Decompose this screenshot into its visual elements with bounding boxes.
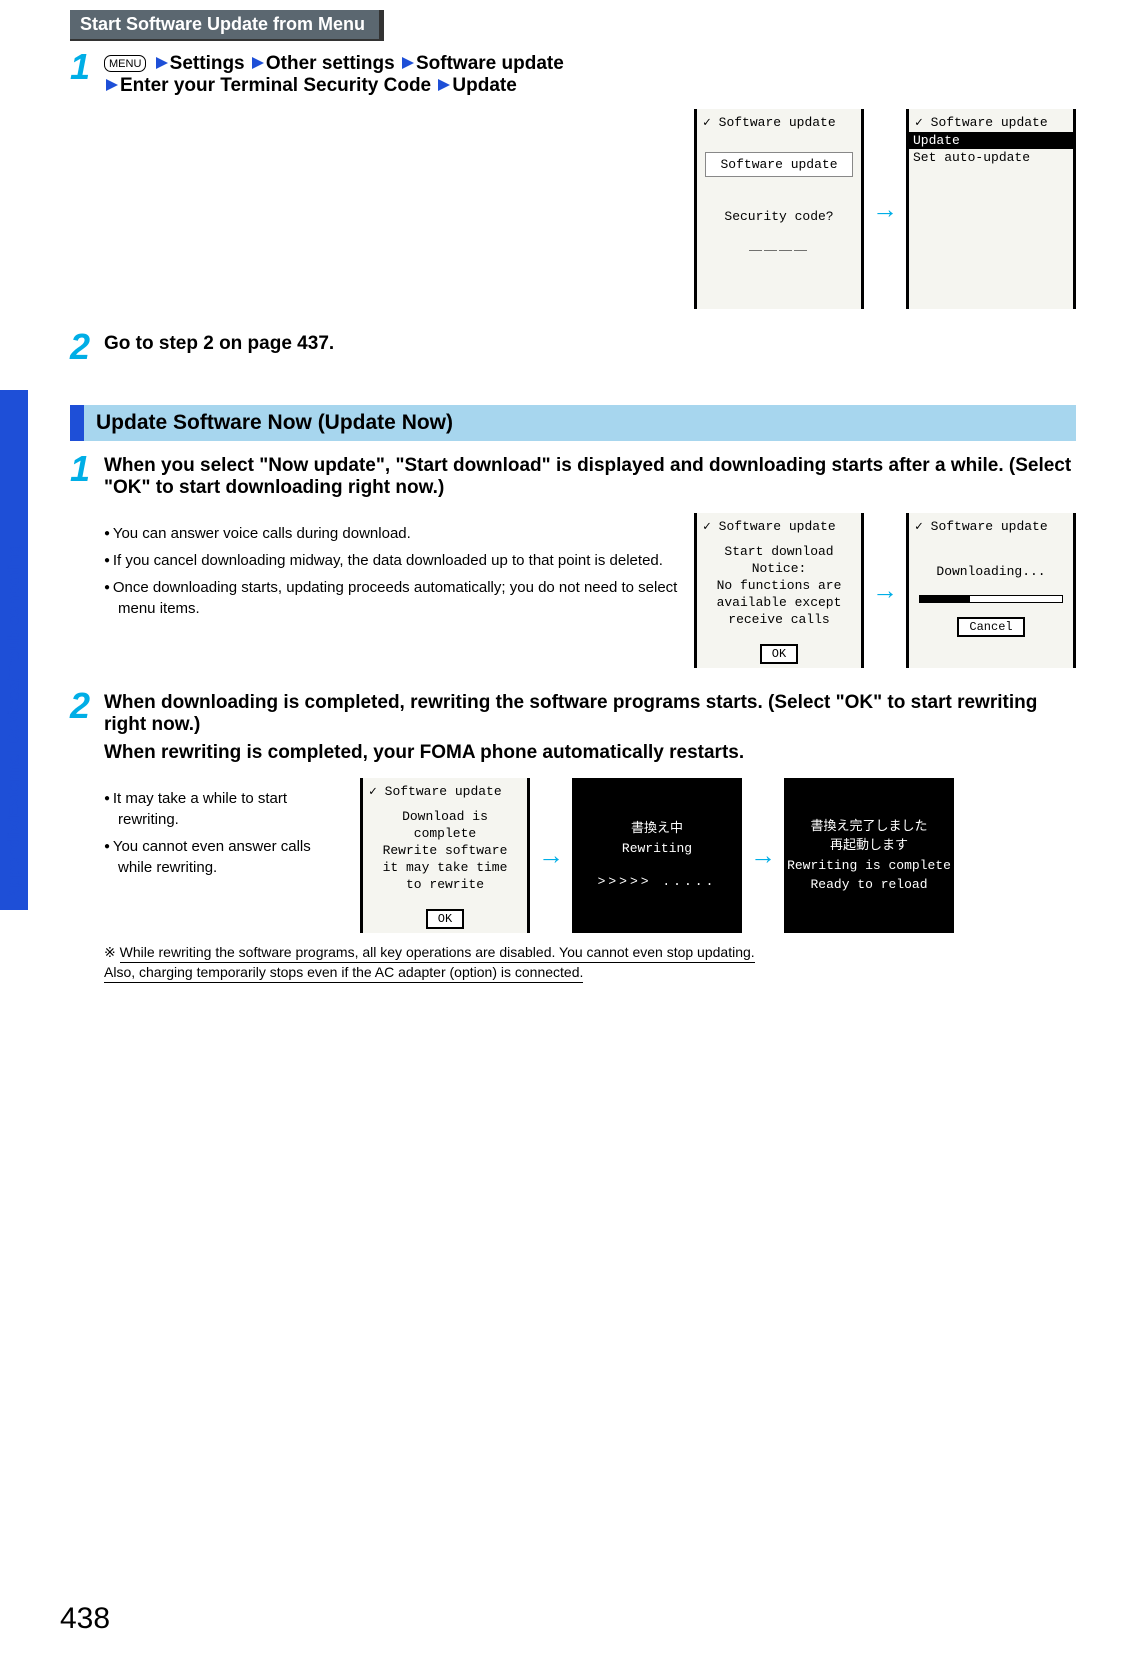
menu-item-selected: Update [909,132,1073,149]
phone-screen-downloading: Software update Downloading... Cancel [906,513,1076,668]
two-col: You can answer voice calls during downlo… [104,513,1076,668]
line-jp: 書換え中 [631,819,683,839]
bullet-col: You can answer voice calls during downlo… [104,513,678,625]
line: it may take time [369,860,521,877]
cancel-button: Cancel [957,617,1024,637]
arrow-icon [402,57,414,69]
bullet: You can answer voice calls during downlo… [104,523,678,544]
page-number: 438 [60,1602,110,1636]
prompt-text: Security code? [703,209,855,226]
phone-screen-menu: Software update Update Set auto-update [906,109,1076,309]
step-1: 1 MENU Settings Other settings Software … [70,49,1076,97]
bullet-list: It may take a while to start rewriting. … [104,788,344,878]
step-number: 1 [70,451,104,487]
menu-key: MENU [104,55,146,72]
line: Rewrite software [369,843,521,860]
screen-row: Software update Software update Security… [70,109,1076,309]
screen-body: Security code? ＿＿＿＿ [697,201,861,263]
path-item: Software update [416,53,564,74]
line: Start download Notice: [703,544,855,578]
line: receive calls [703,612,855,629]
nav-path: MENU Settings Other settings Software up… [104,53,1076,97]
step-body: MENU Settings Other settings Software up… [104,49,1076,97]
screen-row: Software update Download is complete Rew… [360,778,954,933]
step-number: 2 [70,688,104,724]
phone-screen-complete: Software update Download is complete Rew… [360,778,530,933]
step-heading-2: When rewriting is completed, your FOMA p… [104,742,1076,764]
screen-title: Software update [909,517,1073,536]
ok-button: OK [426,909,464,929]
arrow-icon [438,79,450,91]
path-item: Settings [170,53,245,74]
page: Appendix/External Devices/Troubleshootin… [0,0,1136,1666]
line: Download is complete [369,809,521,843]
screen-body: Downloading... [909,556,1073,589]
flow-arrow-icon: → [538,840,564,871]
screen-body: Download is complete Rewrite software it… [363,801,527,901]
path-item: Other settings [266,53,395,74]
input-line: ＿＿＿＿ [703,238,855,255]
section-header: Start Software Update from Menu [70,10,384,41]
sec2-step-1: 1 When you select "Now update", "Start d… [70,451,1076,668]
screen-row: Software update Start download Notice: N… [694,513,1076,668]
line-en: Ready to reload [810,875,927,895]
step-body: When downloading is completed, rewriting… [104,688,1076,982]
phone-screen-rewriting: 書換え中 Rewriting >>>>> ..... [572,778,742,933]
flow-arrow-icon: → [872,194,898,225]
subsection-header: Update Software Now (Update Now) [70,405,1076,441]
step-number: 2 [70,329,104,365]
arrow-icon [252,57,264,69]
screen-title: Software update [909,113,1073,132]
path-item: Update [452,75,516,96]
line-en: Rewriting [622,839,692,859]
line-jp: 再起動します [830,836,908,856]
step-heading-1: When downloading is completed, rewriting… [104,692,1076,736]
bullet: You cannot even answer calls while rewri… [104,836,344,878]
progress-bar [919,595,1063,603]
screen-subtitle: Software update [705,152,853,177]
path-item: Enter your Terminal Security Code [120,75,431,96]
bullet: It may take a while to start rewriting. [104,788,344,830]
line-en: Rewriting is complete [787,856,951,876]
note-line-1: While rewriting the software programs, a… [120,944,755,963]
phone-screen-security: Software update Software update Security… [694,109,864,309]
screen-title: Software update [363,782,527,801]
sec2-step-2: 2 When downloading is completed, rewriti… [70,688,1076,982]
bullet: Once downloading starts, updating procee… [104,577,678,619]
flow-arrow-icon: → [750,840,776,871]
step-heading: When you select "Now update", "Start dow… [104,455,1076,499]
side-tab: Appendix/External Devices/Troubleshootin… [0,390,28,910]
arrow-icon [106,79,118,91]
ok-button: OK [760,644,798,664]
step-text: Go to step 2 on page 437. [104,329,1076,355]
two-col: It may take a while to start rewriting. … [104,778,1076,933]
line: to rewrite [369,877,521,894]
bullet: If you cancel downloading midway, the da… [104,550,678,571]
arrow-icon [156,57,168,69]
phone-screen-ready: 書換え完了しました 再起動します Rewriting is complete R… [784,778,954,933]
flow-arrow-icon: → [872,575,898,606]
menu-item: Set auto-update [909,149,1073,166]
bullet-list: You can answer voice calls during downlo… [104,523,678,619]
line: available except [703,595,855,612]
line: Downloading... [915,564,1067,581]
bullet-col: It may take a while to start rewriting. … [104,778,344,884]
step-number: 1 [70,49,104,85]
step-2: 2 Go to step 2 on page 437. [70,329,1076,365]
line: No functions are [703,578,855,595]
step-body: When you select "Now update", "Start dow… [104,451,1076,668]
screen-title: Software update [697,517,861,536]
screen-body: Start download Notice: No functions are … [697,536,861,636]
screen-title: Software update [697,113,861,132]
note-line-2: Also, charging temporarily stops even if… [104,964,583,983]
line-jp: 書換え完了しました [810,817,927,837]
progress-dots: >>>>> ..... [598,872,717,892]
note: While rewriting the software programs, a… [104,943,1076,982]
side-tab-text: Appendix/External Devices/Troubleshootin… [4,544,24,900]
phone-screen-notice: Software update Start download Notice: N… [694,513,864,668]
